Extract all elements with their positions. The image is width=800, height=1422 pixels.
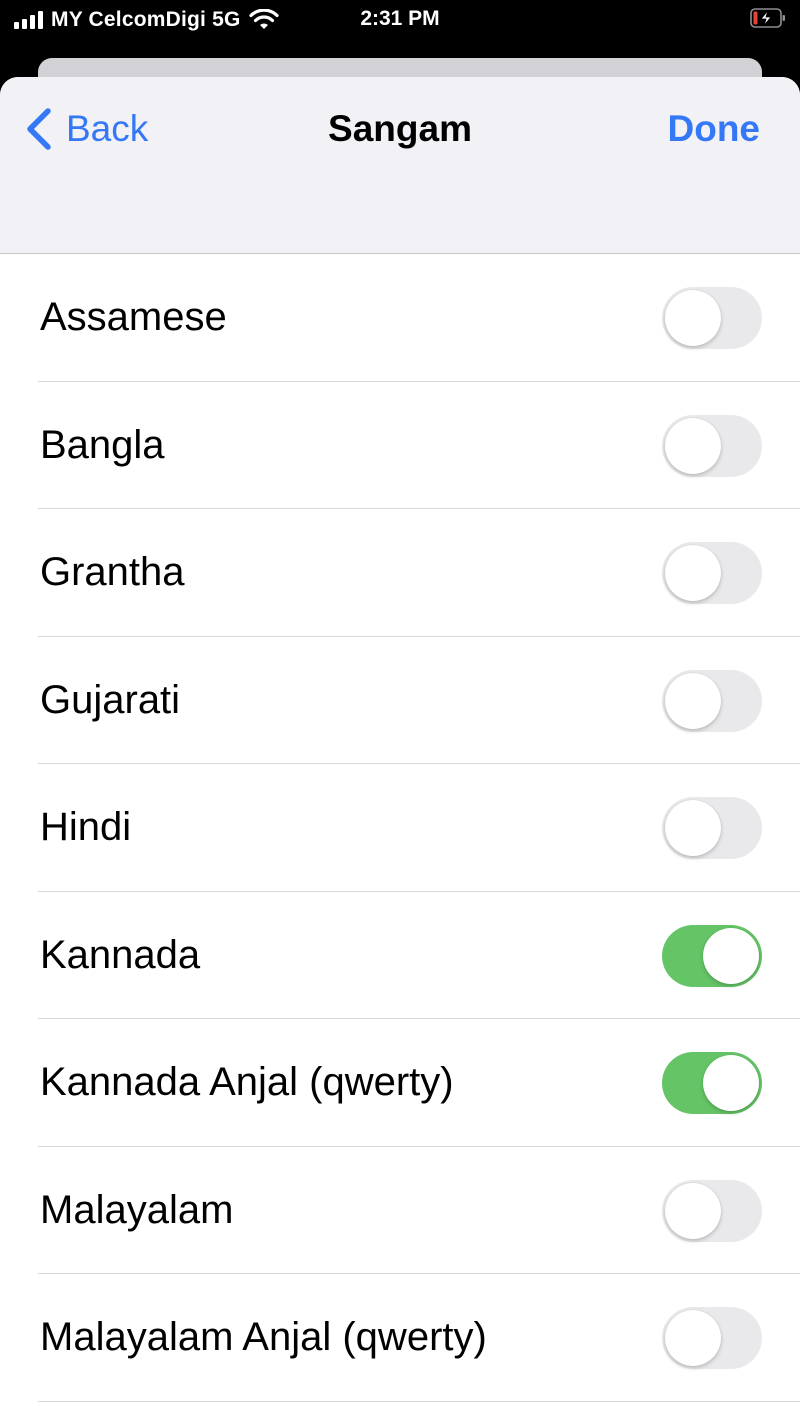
- toggle-switch[interactable]: [662, 669, 762, 732]
- toggle-switch[interactable]: [662, 287, 762, 349]
- navigation-bar: Back Sangam Done: [0, 77, 800, 254]
- toggle-knob: [703, 1055, 759, 1111]
- language-row-kannada-anjal: Kannada Anjal (qwerty): [0, 1019, 800, 1147]
- keyboard-settings-sheet: Back Sangam Done Assamese Bangla Grantha…: [0, 77, 800, 1422]
- toggle-knob: [665, 800, 721, 856]
- toggle-switch[interactable]: [662, 1307, 762, 1369]
- language-row-grantha: Grantha: [0, 509, 800, 637]
- language-label: Assamese: [40, 295, 227, 339]
- language-label: Kannada: [40, 932, 201, 977]
- language-label: Hindi: [40, 805, 132, 849]
- toggle-knob: [665, 417, 721, 474]
- toggle-knob: [665, 672, 721, 729]
- language-row-kannada: Kannada: [0, 892, 800, 1020]
- language-label: Malayalam: [40, 1187, 234, 1232]
- toggle-knob: [665, 290, 721, 346]
- language-row-hindi: Hindi: [0, 764, 800, 892]
- toggle-switch[interactable]: [662, 924, 762, 987]
- toggle-switch[interactable]: [662, 542, 762, 604]
- toggle-knob: [703, 927, 759, 984]
- language-label: Kannada Anjal (qwerty): [40, 1060, 454, 1104]
- toggle-knob: [665, 1310, 721, 1366]
- battery-charging-icon: [750, 8, 785, 28]
- toggle-switch[interactable]: [662, 414, 762, 477]
- language-row-gujarati: Gujarati: [0, 637, 800, 765]
- language-row-malayalam: Malayalam: [0, 1147, 800, 1275]
- toggle-knob: [665, 1182, 721, 1239]
- status-bar: MY CelcomDigi 5G 2:31 PM: [0, 0, 800, 42]
- language-list: Assamese Bangla Grantha Gujarati Hindi K…: [0, 254, 800, 1402]
- status-time: 2:31 PM: [360, 7, 440, 30]
- language-row-assamese: Assamese: [0, 254, 800, 382]
- toggle-switch[interactable]: [662, 1052, 762, 1114]
- language-label: Bangla: [40, 422, 165, 467]
- toggle-switch[interactable]: [662, 797, 762, 859]
- toggle-knob: [665, 545, 721, 601]
- done-button[interactable]: Done: [668, 107, 761, 151]
- language-row-malayalam-anjal: Malayalam Anjal (qwerty): [0, 1274, 800, 1402]
- language-label: Malayalam Anjal (qwerty): [40, 1315, 487, 1359]
- language-label: Gujarati: [40, 677, 181, 722]
- toggle-switch[interactable]: [662, 1179, 762, 1242]
- language-label: Grantha: [40, 550, 185, 594]
- language-row-bangla: Bangla: [0, 382, 800, 510]
